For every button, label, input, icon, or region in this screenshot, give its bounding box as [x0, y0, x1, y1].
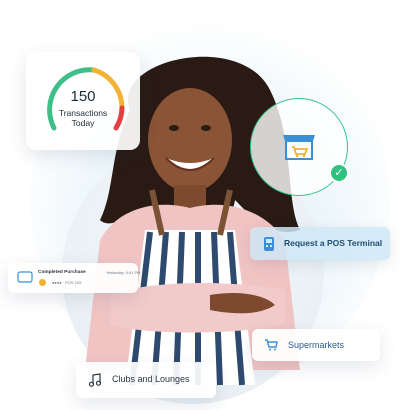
supermarkets-chip[interactable]: Supermarkets [252, 329, 380, 361]
checkmark-icon: ✓ [329, 163, 349, 183]
purchase-title: Completed Purchase [38, 270, 86, 275]
transactions-label-line1: Transactions [58, 108, 108, 118]
request-pos-terminal-label: Request a POS Terminal [284, 238, 383, 248]
card-icon [17, 271, 33, 283]
clubs-and-lounges-label: Clubs and Lounges [112, 374, 190, 384]
clubs-and-lounges-chip[interactable]: Clubs and Lounges [76, 362, 216, 398]
shopping-cart-icon [265, 339, 278, 351]
completed-purchase-card: Completed Purchase Yesterday, 9:41 PM ●●… [8, 263, 141, 293]
transactions-gauge-card: 150 Transactions Today [26, 52, 140, 150]
request-pos-terminal-button[interactable]: Request a POS Terminal [250, 227, 390, 260]
transactions-label: Transactions Today [26, 108, 140, 128]
transactions-count: 150 [70, 88, 96, 105]
music-note-icon [88, 373, 102, 387]
store-cart-icon [283, 135, 315, 160]
merchant-dot-icon [39, 279, 46, 286]
purchase-subtitle: ●●●● · POS 105 [52, 280, 82, 285]
pos-terminal-icon [264, 237, 274, 251]
purchase-time: Yesterday, 9:41 PM [106, 270, 141, 275]
supermarkets-label: Supermarkets [288, 340, 345, 350]
transactions-label-line2: Today [71, 118, 95, 128]
